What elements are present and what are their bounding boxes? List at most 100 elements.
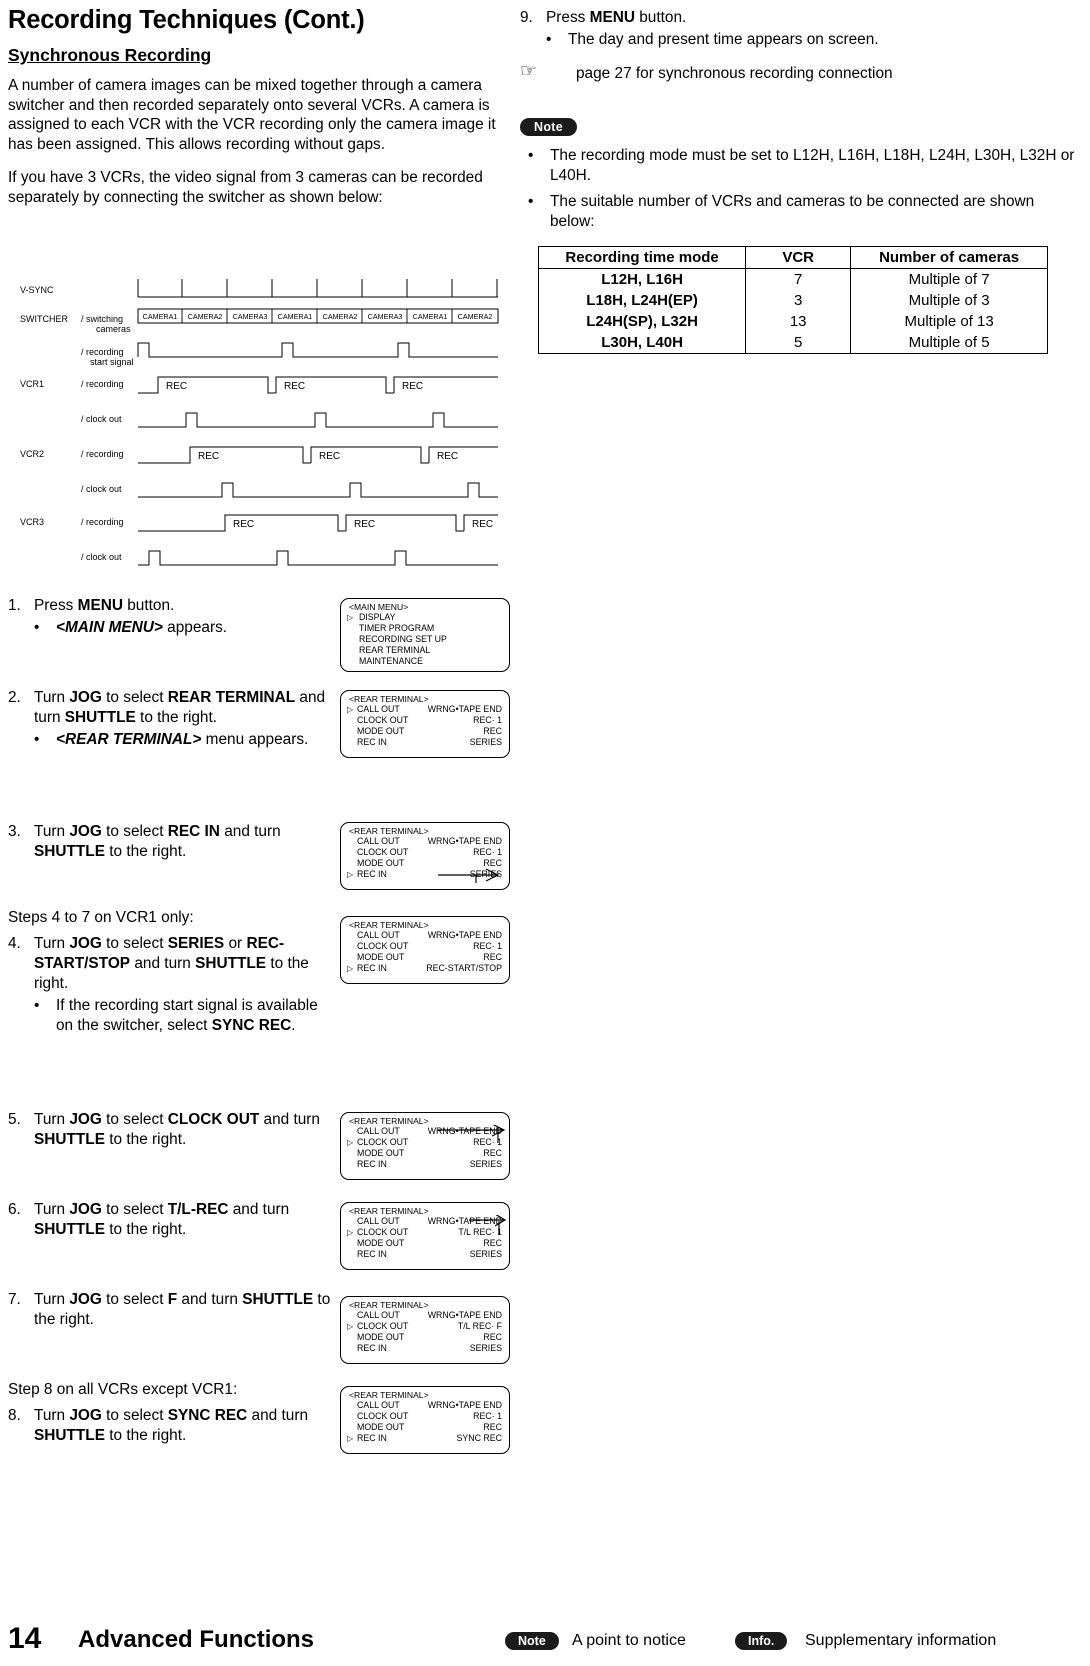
bullet-dot: • bbox=[34, 731, 40, 748]
right-column: 9. Press MENU button. • The day and pres… bbox=[520, 6, 1080, 354]
menu-main: <MAIN MENU> ▷ DISPLAY TIMER PROGRAM RECOR… bbox=[340, 598, 510, 672]
label-vcr2-clk: / clock out bbox=[81, 484, 122, 494]
menu-item-label[interactable]: CLOCK OUT bbox=[357, 1321, 408, 1332]
menu-item-label[interactable]: CLOCK OUT bbox=[357, 1137, 408, 1148]
menu-item-label[interactable]: MODE OUT bbox=[357, 858, 404, 869]
menu-item-label[interactable]: REC IN bbox=[357, 737, 387, 748]
menu-item: MODE OUT REC bbox=[341, 1332, 509, 1343]
menu-item-label[interactable]: REC IN bbox=[357, 869, 387, 880]
vcr1-recording-trace: REC REC REC bbox=[138, 376, 498, 394]
manual-page: Recording Techniques (Cont.) Synchronous… bbox=[0, 0, 1090, 1666]
menu-item-label[interactable]: DISPLAY bbox=[359, 612, 396, 623]
label-switcher-sub: / switching bbox=[81, 314, 123, 324]
menu-item-label[interactable]: MODE OUT bbox=[357, 1422, 404, 1433]
menu-item-value: WRNG•TAPE END bbox=[427, 1400, 502, 1410]
svg-text:CAMERA2: CAMERA2 bbox=[188, 312, 223, 321]
menu-item-label[interactable]: REAR TERMINAL bbox=[359, 645, 430, 656]
step-text: Turn JOG to select SYNC REC and turn SHU… bbox=[34, 1406, 309, 1444]
menu-item-label[interactable]: CALL OUT bbox=[357, 1126, 400, 1137]
menu-item: ▷ DISPLAY bbox=[341, 612, 509, 623]
menu-item-value: REC bbox=[483, 952, 502, 962]
step-number: 3. bbox=[8, 823, 21, 840]
rec-start-trace bbox=[137, 342, 498, 358]
step-3: 3. Turn JOG to select REC IN and turn SHU… bbox=[8, 822, 328, 862]
steps-4-7-note: Steps 4 to 7 on VCR1 only: 4. Turn JOG to… bbox=[8, 908, 338, 1036]
menu-item-value: SERIES bbox=[469, 1249, 502, 1259]
menu-item-label[interactable]: CALL OUT bbox=[357, 1400, 400, 1411]
table-cell-cameras: Multiple of 13 bbox=[850, 311, 1048, 332]
step-number: 6. bbox=[8, 1201, 21, 1218]
table-cell-mode: L12H, L16H bbox=[537, 268, 747, 290]
menu-item-value: T/L REC· F bbox=[457, 1321, 502, 1331]
menu-item-label[interactable]: CALL OUT bbox=[357, 704, 400, 715]
label-vcr3-clk: / clock out bbox=[81, 552, 122, 562]
menu-item-label[interactable]: RECORDING SET UP bbox=[359, 634, 447, 645]
step-1: 1. Press MENU button. • <MAIN MENU> appear… bbox=[8, 596, 328, 638]
footer-info-text: Supplementary information bbox=[805, 1632, 997, 1649]
menu-item-label[interactable]: REC IN bbox=[357, 1433, 387, 1444]
vsync-trace bbox=[137, 279, 498, 298]
menu-item: ▷ REC IN REC-START/STOP bbox=[341, 963, 509, 974]
bullet-dot: • bbox=[528, 193, 534, 210]
menu-item-label[interactable]: MAINTENANCE bbox=[359, 656, 423, 667]
table-cell-mode: L18H, L24H(EP) bbox=[537, 290, 747, 311]
menu-rear-terminal-step4: <REAR TERMINAL> CALL OUT WRNG•TAPE END CL… bbox=[340, 916, 510, 984]
table-cell-vcr: 3 bbox=[745, 290, 852, 311]
svg-text:REC: REC bbox=[354, 519, 375, 530]
vcr1-clock-trace bbox=[138, 412, 498, 428]
menu-title: <MAIN MENU> bbox=[349, 602, 409, 612]
menu-item-label[interactable]: REC IN bbox=[357, 1159, 387, 1170]
bullet-dot: • bbox=[546, 31, 552, 48]
menu-item-label[interactable]: MODE OUT bbox=[357, 1148, 404, 1159]
step-8-block: Step 8 on all VCRs except VCR1: 8. Turn J… bbox=[8, 1380, 333, 1446]
menu-item-label[interactable]: REC IN bbox=[357, 963, 387, 974]
camera-boxes: CAMERA1 CAMERA2 CAMERA3 CAMERA1 CAMERA2 … bbox=[137, 308, 499, 324]
menu-item: RECORDING SET UP bbox=[341, 634, 509, 645]
svg-text:CAMERA2: CAMERA2 bbox=[458, 312, 493, 321]
menu-item-label[interactable]: CLOCK OUT bbox=[357, 941, 408, 952]
timing-diagram-svg: V-SYNC SWITCHER / switching cameras / re… bbox=[20, 279, 499, 566]
table-cell-vcr: 7 bbox=[745, 268, 852, 290]
menu-item-value: WRNG•TAPE END bbox=[427, 1310, 502, 1320]
menu-item-label[interactable]: CLOCK OUT bbox=[357, 847, 408, 858]
menu-item-label[interactable]: MODE OUT bbox=[357, 1238, 404, 1249]
menu-title: <REAR TERMINAL> bbox=[349, 920, 429, 930]
menu-item-value: SERIES bbox=[469, 737, 502, 747]
menu-item-label[interactable]: CLOCK OUT bbox=[357, 715, 408, 726]
menu-rear-terminal-step8: <REAR TERMINAL> CALL OUT WRNG•TAPE END CL… bbox=[340, 1386, 510, 1454]
step-9: 9. Press MENU button. bbox=[520, 8, 1080, 28]
step-text: Turn JOG to select SERIES or REC-START/S… bbox=[34, 934, 309, 992]
menu-item-label[interactable]: CALL OUT bbox=[357, 836, 400, 847]
menu-item-label[interactable]: CLOCK OUT bbox=[357, 1227, 408, 1238]
step-7: 7. Turn JOG to select F and turn SHUTTLE … bbox=[8, 1290, 333, 1330]
menu-rear-terminal-step5: <REAR TERMINAL> CALL OUT WRNG•TAPE END ▷ C… bbox=[340, 1112, 510, 1180]
menu-item-label[interactable]: REC IN bbox=[357, 1343, 387, 1354]
menu-item-label[interactable]: TIMER PROGRAM bbox=[359, 623, 434, 634]
svg-text:CAMERA2: CAMERA2 bbox=[323, 312, 358, 321]
menu-item-label[interactable]: MODE OUT bbox=[357, 952, 404, 963]
svg-text:CAMERA3: CAMERA3 bbox=[233, 312, 268, 321]
step-number: 1. bbox=[8, 597, 21, 614]
menu-item-label[interactable]: CALL OUT bbox=[357, 930, 400, 941]
vcr3-clock-trace bbox=[138, 550, 498, 566]
bullet-dot: • bbox=[34, 996, 40, 1014]
step-number: 8. bbox=[8, 1406, 21, 1424]
menu-item: MODE OUT REC bbox=[341, 726, 509, 737]
step-5: 5. Turn JOG to select CLOCK OUT and turn … bbox=[8, 1110, 333, 1150]
menu-item-value: REC bbox=[483, 726, 502, 736]
menu-item-label[interactable]: MODE OUT bbox=[357, 726, 404, 737]
table-row: L18H, L24H(EP) 3 Multiple of 3 bbox=[537, 290, 1048, 311]
menu-item-label[interactable]: CALL OUT bbox=[357, 1310, 400, 1321]
step-bullet: If the recording start signal is availab… bbox=[56, 996, 318, 1034]
menu-item-label[interactable]: REC IN bbox=[357, 1249, 387, 1260]
cursor-icon: ▷ bbox=[347, 1434, 354, 1443]
svg-text:REC: REC bbox=[166, 381, 187, 392]
menu-item-label[interactable]: CLOCK OUT bbox=[357, 1411, 408, 1422]
menu-item: ▷ CALL OUT WRNG•TAPE END bbox=[341, 704, 509, 715]
menu-item-label[interactable]: CALL OUT bbox=[357, 1216, 400, 1227]
page-footer: 14 Advanced Functions Note A point to no… bbox=[0, 1608, 1090, 1666]
label-vcr2: VCR2 bbox=[20, 449, 44, 459]
selection-highlight-icon bbox=[438, 868, 500, 883]
page-number: 14 bbox=[8, 1622, 42, 1655]
menu-item-label[interactable]: MODE OUT bbox=[357, 1332, 404, 1343]
